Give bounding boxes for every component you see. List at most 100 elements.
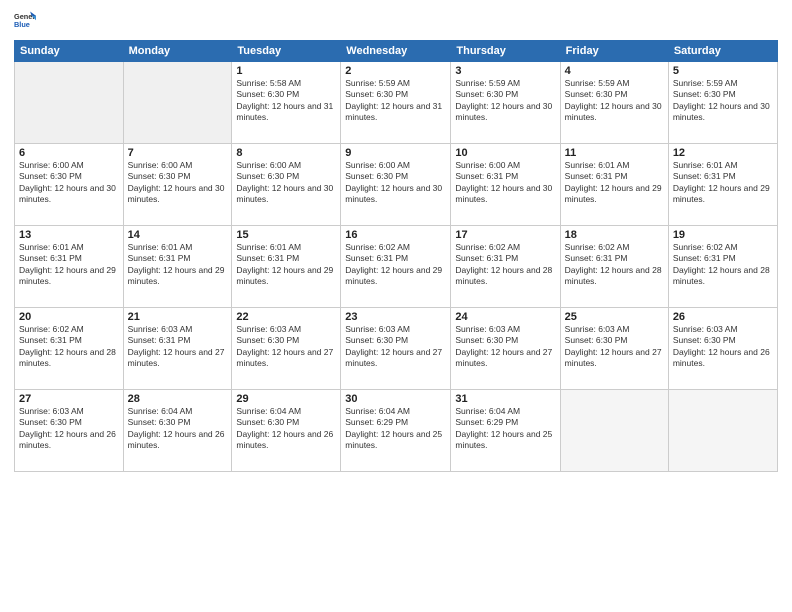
- day-cell: 1Sunrise: 5:58 AM Sunset: 6:30 PM Daylig…: [232, 62, 341, 144]
- day-cell: 7Sunrise: 6:00 AM Sunset: 6:30 PM Daylig…: [123, 144, 232, 226]
- day-cell: 16Sunrise: 6:02 AM Sunset: 6:31 PM Dayli…: [341, 226, 451, 308]
- day-number: 14: [128, 229, 228, 241]
- day-info: Sunrise: 6:00 AM Sunset: 6:30 PM Dayligh…: [19, 160, 119, 206]
- day-number: 20: [19, 311, 119, 323]
- day-cell: 18Sunrise: 6:02 AM Sunset: 6:31 PM Dayli…: [560, 226, 668, 308]
- week-row-3: 20Sunrise: 6:02 AM Sunset: 6:31 PM Dayli…: [15, 308, 778, 390]
- day-cell: 5Sunrise: 5:59 AM Sunset: 6:30 PM Daylig…: [668, 62, 777, 144]
- day-info: Sunrise: 6:02 AM Sunset: 6:31 PM Dayligh…: [565, 242, 664, 288]
- day-cell: 30Sunrise: 6:04 AM Sunset: 6:29 PM Dayli…: [341, 390, 451, 472]
- day-info: Sunrise: 5:59 AM Sunset: 6:30 PM Dayligh…: [345, 78, 446, 124]
- day-cell: 25Sunrise: 6:03 AM Sunset: 6:30 PM Dayli…: [560, 308, 668, 390]
- day-number: 9: [345, 147, 446, 159]
- day-cell: 8Sunrise: 6:00 AM Sunset: 6:30 PM Daylig…: [232, 144, 341, 226]
- day-cell: 23Sunrise: 6:03 AM Sunset: 6:30 PM Dayli…: [341, 308, 451, 390]
- day-info: Sunrise: 6:01 AM Sunset: 6:31 PM Dayligh…: [128, 242, 228, 288]
- week-row-0: 1Sunrise: 5:58 AM Sunset: 6:30 PM Daylig…: [15, 62, 778, 144]
- weekday-header-thursday: Thursday: [451, 41, 560, 62]
- day-info: Sunrise: 5:59 AM Sunset: 6:30 PM Dayligh…: [455, 78, 555, 124]
- day-info: Sunrise: 6:01 AM Sunset: 6:31 PM Dayligh…: [19, 242, 119, 288]
- day-number: 11: [565, 147, 664, 159]
- day-info: Sunrise: 6:00 AM Sunset: 6:30 PM Dayligh…: [345, 160, 446, 206]
- day-number: 3: [455, 65, 555, 77]
- weekday-header-wednesday: Wednesday: [341, 41, 451, 62]
- day-number: 2: [345, 65, 446, 77]
- day-cell: 27Sunrise: 6:03 AM Sunset: 6:30 PM Dayli…: [15, 390, 124, 472]
- day-info: Sunrise: 6:03 AM Sunset: 6:30 PM Dayligh…: [345, 324, 446, 370]
- day-number: 13: [19, 229, 119, 241]
- svg-text:Blue: Blue: [14, 20, 30, 29]
- week-row-1: 6Sunrise: 6:00 AM Sunset: 6:30 PM Daylig…: [15, 144, 778, 226]
- day-info: Sunrise: 6:02 AM Sunset: 6:31 PM Dayligh…: [19, 324, 119, 370]
- day-info: Sunrise: 6:02 AM Sunset: 6:31 PM Dayligh…: [455, 242, 555, 288]
- logo-icon: General Blue: [14, 10, 36, 32]
- day-info: Sunrise: 6:03 AM Sunset: 6:31 PM Dayligh…: [128, 324, 228, 370]
- day-cell: 11Sunrise: 6:01 AM Sunset: 6:31 PM Dayli…: [560, 144, 668, 226]
- day-number: 12: [673, 147, 773, 159]
- day-info: Sunrise: 6:00 AM Sunset: 6:30 PM Dayligh…: [128, 160, 228, 206]
- day-info: Sunrise: 6:02 AM Sunset: 6:31 PM Dayligh…: [673, 242, 773, 288]
- day-info: Sunrise: 5:59 AM Sunset: 6:30 PM Dayligh…: [565, 78, 664, 124]
- day-cell: 6Sunrise: 6:00 AM Sunset: 6:30 PM Daylig…: [15, 144, 124, 226]
- day-number: 29: [236, 393, 336, 405]
- weekday-header-row: SundayMondayTuesdayWednesdayThursdayFrid…: [15, 41, 778, 62]
- day-cell: 13Sunrise: 6:01 AM Sunset: 6:31 PM Dayli…: [15, 226, 124, 308]
- day-number: 25: [565, 311, 664, 323]
- weekday-header-friday: Friday: [560, 41, 668, 62]
- calendar: SundayMondayTuesdayWednesdayThursdayFrid…: [14, 40, 778, 472]
- day-number: 31: [455, 393, 555, 405]
- weekday-header-sunday: Sunday: [15, 41, 124, 62]
- day-number: 22: [236, 311, 336, 323]
- day-info: Sunrise: 6:03 AM Sunset: 6:30 PM Dayligh…: [455, 324, 555, 370]
- day-cell: 3Sunrise: 5:59 AM Sunset: 6:30 PM Daylig…: [451, 62, 560, 144]
- day-number: 27: [19, 393, 119, 405]
- day-number: 17: [455, 229, 555, 241]
- day-number: 6: [19, 147, 119, 159]
- day-cell: 15Sunrise: 6:01 AM Sunset: 6:31 PM Dayli…: [232, 226, 341, 308]
- day-number: 19: [673, 229, 773, 241]
- day-info: Sunrise: 6:04 AM Sunset: 6:29 PM Dayligh…: [345, 406, 446, 452]
- day-number: 16: [345, 229, 446, 241]
- day-number: 4: [565, 65, 664, 77]
- day-info: Sunrise: 6:03 AM Sunset: 6:30 PM Dayligh…: [673, 324, 773, 370]
- day-number: 1: [236, 65, 336, 77]
- day-cell: 22Sunrise: 6:03 AM Sunset: 6:30 PM Dayli…: [232, 308, 341, 390]
- day-info: Sunrise: 6:03 AM Sunset: 6:30 PM Dayligh…: [19, 406, 119, 452]
- day-info: Sunrise: 6:03 AM Sunset: 6:30 PM Dayligh…: [565, 324, 664, 370]
- day-info: Sunrise: 6:00 AM Sunset: 6:31 PM Dayligh…: [455, 160, 555, 206]
- day-cell: [15, 62, 124, 144]
- weekday-header-tuesday: Tuesday: [232, 41, 341, 62]
- day-number: 23: [345, 311, 446, 323]
- day-info: Sunrise: 6:04 AM Sunset: 6:29 PM Dayligh…: [455, 406, 555, 452]
- day-cell: 31Sunrise: 6:04 AM Sunset: 6:29 PM Dayli…: [451, 390, 560, 472]
- day-cell: 28Sunrise: 6:04 AM Sunset: 6:30 PM Dayli…: [123, 390, 232, 472]
- day-cell: 17Sunrise: 6:02 AM Sunset: 6:31 PM Dayli…: [451, 226, 560, 308]
- day-number: 18: [565, 229, 664, 241]
- page: General Blue SundayMondayTuesdayWednesda…: [0, 0, 792, 612]
- day-info: Sunrise: 6:00 AM Sunset: 6:30 PM Dayligh…: [236, 160, 336, 206]
- day-number: 5: [673, 65, 773, 77]
- day-info: Sunrise: 5:59 AM Sunset: 6:30 PM Dayligh…: [673, 78, 773, 124]
- day-info: Sunrise: 6:01 AM Sunset: 6:31 PM Dayligh…: [673, 160, 773, 206]
- day-cell: [668, 390, 777, 472]
- day-cell: 4Sunrise: 5:59 AM Sunset: 6:30 PM Daylig…: [560, 62, 668, 144]
- day-cell: 12Sunrise: 6:01 AM Sunset: 6:31 PM Dayli…: [668, 144, 777, 226]
- day-cell: 21Sunrise: 6:03 AM Sunset: 6:31 PM Dayli…: [123, 308, 232, 390]
- weekday-header-saturday: Saturday: [668, 41, 777, 62]
- day-number: 21: [128, 311, 228, 323]
- day-info: Sunrise: 6:01 AM Sunset: 6:31 PM Dayligh…: [565, 160, 664, 206]
- day-cell: 10Sunrise: 6:00 AM Sunset: 6:31 PM Dayli…: [451, 144, 560, 226]
- weekday-header-monday: Monday: [123, 41, 232, 62]
- day-number: 10: [455, 147, 555, 159]
- day-info: Sunrise: 6:01 AM Sunset: 6:31 PM Dayligh…: [236, 242, 336, 288]
- day-number: 28: [128, 393, 228, 405]
- day-cell: [123, 62, 232, 144]
- week-row-2: 13Sunrise: 6:01 AM Sunset: 6:31 PM Dayli…: [15, 226, 778, 308]
- day-info: Sunrise: 6:04 AM Sunset: 6:30 PM Dayligh…: [128, 406, 228, 452]
- day-cell: [560, 390, 668, 472]
- header: General Blue: [14, 10, 778, 32]
- day-cell: 24Sunrise: 6:03 AM Sunset: 6:30 PM Dayli…: [451, 308, 560, 390]
- logo: General Blue: [14, 10, 36, 32]
- day-cell: 14Sunrise: 6:01 AM Sunset: 6:31 PM Dayli…: [123, 226, 232, 308]
- day-cell: 9Sunrise: 6:00 AM Sunset: 6:30 PM Daylig…: [341, 144, 451, 226]
